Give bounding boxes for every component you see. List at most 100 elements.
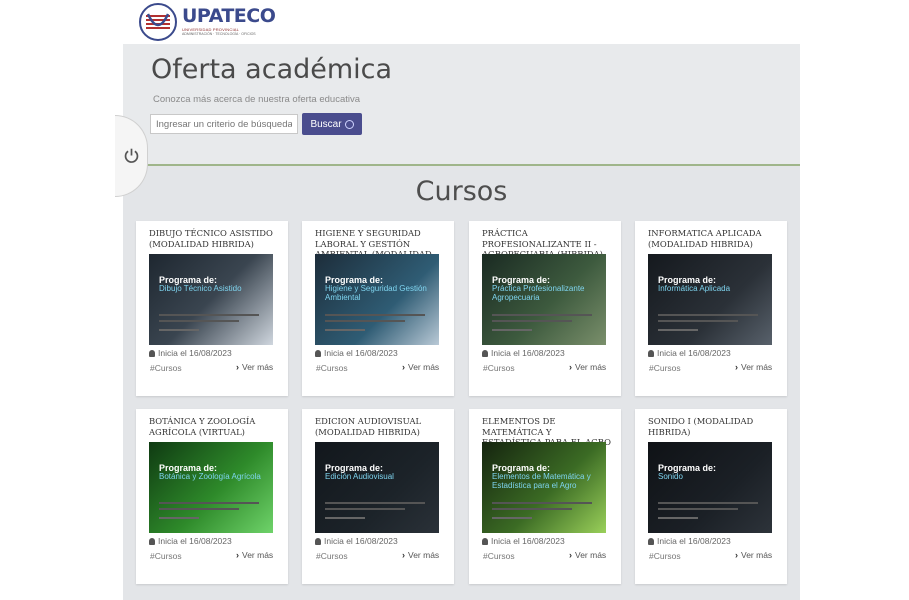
course-start-date-text: Inicia el 16/08/2023: [158, 348, 232, 358]
course-start-date: Inicia el 16/08/2023: [648, 536, 731, 546]
course-image-program: Práctica Profesionalizante Agropecuaria: [492, 284, 585, 302]
ver-mas-label: Ver más: [741, 550, 773, 560]
course-title[interactable]: EDICION AUDIOVISUAL (MODALIDAD HIBRIDA): [315, 416, 445, 437]
course-image-program: Informática Aplicada: [658, 284, 731, 293]
course-start-date-text: Inicia el 16/08/2023: [657, 348, 731, 358]
course-card[interactable]: INFORMATICA APLICADA (MODALIDAD HIBRIDA)…: [635, 221, 787, 396]
course-card[interactable]: ELEMENTOS DE MATEMÁTICA Y ESTADÍSTICA PA…: [469, 409, 621, 584]
ver-mas-link[interactable]: › Ver más: [569, 550, 606, 560]
bell-icon: [482, 349, 488, 357]
course-image[interactable]: Programa de: Botánica y Zoología Agrícola: [149, 442, 273, 533]
bell-icon: [648, 349, 654, 357]
course-tag-link[interactable]: #Cursos: [150, 551, 182, 561]
chevron-right-icon: ›: [402, 362, 405, 372]
course-image-detail-line: [492, 517, 532, 519]
course-image[interactable]: Programa de: Informática Aplicada: [648, 254, 772, 345]
logo-tagline: ADMINISTRACIÓN · TECNOLOGÍA · OFICIOS: [182, 32, 256, 37]
course-start-date-text: Inicia el 16/08/2023: [491, 536, 565, 546]
course-image-detail-line: [325, 329, 365, 331]
course-start-date: Inicia el 16/08/2023: [482, 348, 565, 358]
course-start-date: Inicia el 16/08/2023: [149, 348, 232, 358]
top-bar: UPATECO UNIVERSIDAD PROVINCIAL ADMINISTR…: [0, 0, 909, 44]
course-title[interactable]: DIBUJO TÉCNICO ASISTIDO (MODALIDAD HIBRI…: [149, 228, 279, 249]
course-image-background: [315, 442, 439, 533]
course-tag-link[interactable]: #Cursos: [649, 363, 681, 373]
ver-mas-label: Ver más: [242, 550, 274, 560]
course-start-date-text: Inicia el 16/08/2023: [324, 536, 398, 546]
course-tag-link[interactable]: #Cursos: [150, 363, 182, 373]
bell-icon: [315, 349, 321, 357]
ver-mas-label: Ver más: [408, 362, 440, 372]
course-image[interactable]: Programa de: Higiene y Seguridad Gestión …: [315, 254, 439, 345]
course-title[interactable]: INFORMATICA APLICADA (MODALIDAD HIBRIDA): [648, 228, 778, 249]
course-image-background: [149, 442, 273, 533]
chevron-right-icon: ›: [735, 550, 738, 560]
course-image-detail-line: [492, 329, 532, 331]
course-image-detail-line: [325, 502, 425, 504]
course-title[interactable]: SONIDO I (MODALIDAD HIBRIDA): [648, 416, 778, 437]
section-title: Cursos: [415, 176, 508, 207]
hero-banner: Oferta académica Conozca más acerca de n…: [123, 44, 800, 166]
course-tag-link[interactable]: #Cursos: [316, 551, 348, 561]
ver-mas-link[interactable]: › Ver más: [236, 362, 273, 372]
bell-icon: [315, 537, 321, 545]
logo-emblem-icon: [139, 3, 177, 41]
page-subtitle: Conozca más acerca de nuestra oferta edu…: [153, 94, 361, 105]
power-icon: [124, 148, 139, 163]
course-image-detail-line: [159, 502, 259, 504]
course-card[interactable]: EDICION AUDIOVISUAL (MODALIDAD HIBRIDA) P…: [302, 409, 454, 584]
logo[interactable]: UPATECO UNIVERSIDAD PROVINCIAL ADMINISTR…: [138, 2, 276, 42]
course-card[interactable]: PRÁCTICA PROFESIONALIZANTE II - AGROPECU…: [469, 221, 621, 396]
ver-mas-link[interactable]: › Ver más: [402, 550, 439, 560]
course-image-detail-line: [492, 314, 592, 316]
course-image-detail-line: [658, 314, 758, 316]
course-image[interactable]: Programa de: Sonido: [648, 442, 772, 533]
ver-mas-link[interactable]: › Ver más: [402, 362, 439, 372]
course-card[interactable]: BOTÁNICA Y ZOOLOGÍA AGRÍCOLA (VIRTUAL) Pr…: [136, 409, 288, 584]
course-image-detail-line: [492, 508, 572, 510]
course-title[interactable]: BOTÁNICA Y ZOOLOGÍA AGRÍCOLA (VIRTUAL): [149, 416, 279, 437]
course-image-background: [149, 254, 273, 345]
ver-mas-label: Ver más: [575, 362, 607, 372]
course-image-background: [648, 254, 772, 345]
ver-mas-link[interactable]: › Ver más: [735, 362, 772, 372]
course-image-program: Sonido: [658, 472, 683, 481]
chevron-right-icon: ›: [236, 550, 239, 560]
course-image-detail-line: [658, 320, 738, 322]
course-card[interactable]: DIBUJO TÉCNICO ASISTIDO (MODALIDAD HIBRI…: [136, 221, 288, 396]
search-button[interactable]: Buscar: [302, 113, 362, 135]
bell-icon: [149, 349, 155, 357]
course-image[interactable]: Programa de: Dibujo Técnico Asistido: [149, 254, 273, 345]
course-image-detail-line: [159, 508, 239, 510]
ver-mas-link[interactable]: › Ver más: [236, 550, 273, 560]
logo-name: UPATECO: [182, 5, 276, 28]
course-image[interactable]: Programa de: Elementos de Matemática y Es…: [482, 442, 606, 533]
course-image[interactable]: Programa de: Edición Audiovisual: [315, 442, 439, 533]
course-image-program: Elementos de Matemática y Estadística pa…: [492, 472, 591, 490]
course-tag-link[interactable]: #Cursos: [483, 551, 515, 561]
course-card[interactable]: HIGIENE Y SEGURIDAD LABORAL Y GESTIÓN AM…: [302, 221, 454, 396]
course-tag-link[interactable]: #Cursos: [483, 363, 515, 373]
course-start-date: Inicia el 16/08/2023: [315, 536, 398, 546]
course-image-detail-line: [159, 329, 199, 331]
course-image-detail-line: [658, 502, 758, 504]
ver-mas-link[interactable]: › Ver más: [569, 362, 606, 372]
course-image-program: Botánica y Zoología Agrícola: [159, 472, 261, 481]
course-image-detail-line: [658, 329, 698, 331]
course-start-date-text: Inicia el 16/08/2023: [324, 348, 398, 358]
bell-icon: [648, 537, 654, 545]
course-image-detail-line: [159, 320, 239, 322]
course-tag-link[interactable]: #Cursos: [316, 363, 348, 373]
course-image-detail-line: [325, 508, 405, 510]
page-title: Oferta académica: [151, 54, 393, 85]
course-start-date-text: Inicia el 16/08/2023: [491, 348, 565, 358]
ver-mas-link[interactable]: › Ver más: [735, 550, 772, 560]
course-card[interactable]: SONIDO I (MODALIDAD HIBRIDA) Programa de:…: [635, 409, 787, 584]
course-start-date: Inicia el 16/08/2023: [149, 536, 232, 546]
search-input[interactable]: [150, 114, 298, 134]
course-image-detail-line: [658, 508, 738, 510]
course-tag-link[interactable]: #Cursos: [649, 551, 681, 561]
course-start-date: Inicia el 16/08/2023: [315, 348, 398, 358]
course-image[interactable]: Programa de: Práctica Profesionalizante A…: [482, 254, 606, 345]
bell-icon: [149, 537, 155, 545]
